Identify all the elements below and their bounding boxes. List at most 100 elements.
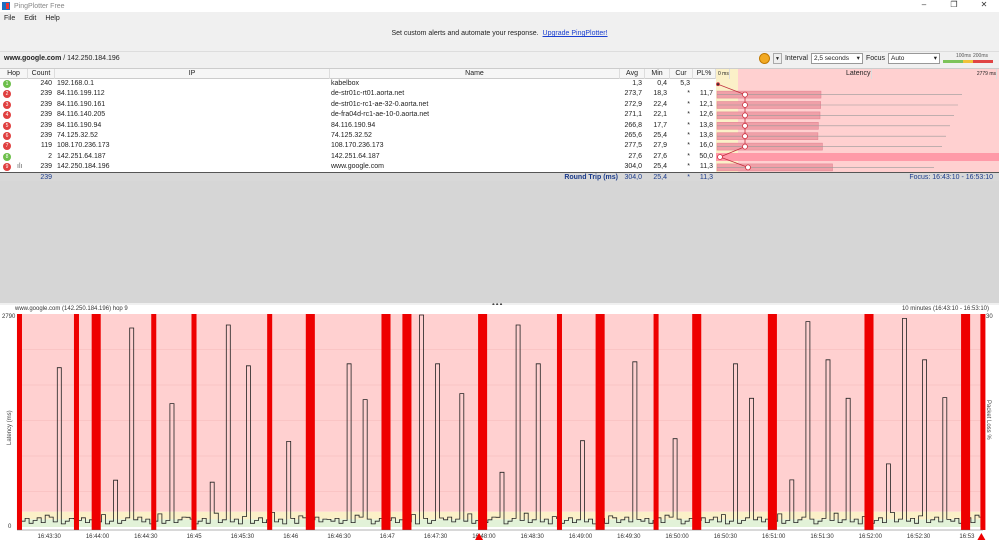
- hop-ip: 84.116.190.161: [57, 100, 106, 108]
- x-tick-label: 16:50:00: [665, 534, 689, 540]
- hop-name: de-str01c-rt01.aorta.net: [331, 90, 405, 98]
- packet-loss-bar[interactable]: [16, 314, 22, 530]
- pause-dropdown-button[interactable]: ▼: [772, 52, 782, 64]
- hop-status-icon: 6: [3, 131, 11, 140]
- hop-avg: 266,8: [624, 121, 642, 129]
- trace-table: Hop Count IP Name Avg Min Cur PL% 0 ms L…: [0, 68, 999, 181]
- hop-min: 17,7: [653, 121, 667, 129]
- target-ip: / 142.250.184.196: [61, 55, 120, 62]
- x-tick-label: 16:46:30: [327, 534, 351, 540]
- interval-select[interactable]: 2,5 seconds ▾: [810, 52, 863, 64]
- latency-max-label: 2779 ms: [976, 69, 997, 79]
- packet-loss-bar[interactable]: [692, 314, 702, 530]
- packet-loss-bar[interactable]: [478, 314, 488, 530]
- hop-cur: *: [687, 90, 690, 98]
- menu-edit[interactable]: Edit: [24, 15, 36, 22]
- window-title: PingPlotter Free: [14, 2, 65, 10]
- hop-count: 239: [40, 131, 52, 139]
- packet-loss-bar[interactable]: [595, 314, 605, 530]
- x-tick-label: 16:46: [283, 534, 299, 540]
- col-avg[interactable]: Avg: [620, 69, 645, 79]
- hop-ip: 84.116.190.94: [57, 121, 102, 129]
- graph-hop-icon[interactable]: ılı: [17, 162, 22, 172]
- hop-pl: 50,0: [699, 152, 713, 160]
- latency-timeline-chart[interactable]: 16:43:30 16:44:00 16:44:30 16:45 16:45:30 16:…: [0, 305, 999, 542]
- latency-title: Latency: [846, 69, 872, 79]
- x-tick-label: 16:45: [187, 534, 203, 540]
- hop-cur: *: [687, 111, 690, 119]
- hop-count: 239: [40, 111, 52, 119]
- packet-loss-bar[interactable]: [961, 314, 971, 530]
- packet-loss-bar[interactable]: [864, 314, 874, 530]
- packet-loss-bar[interactable]: [767, 314, 777, 530]
- hop-name: de-fra04d-rc1-ae-10-0.aorta.net: [331, 111, 430, 119]
- hop-status-icon: 8: [3, 152, 11, 161]
- alert-marker-icon[interactable]: [977, 533, 986, 540]
- x-tick-label: 16:52:00: [859, 534, 883, 540]
- packet-loss-bar[interactable]: [191, 314, 197, 530]
- packet-loss-bar[interactable]: [151, 314, 157, 530]
- hop-status-icon: 4: [3, 111, 11, 120]
- packet-loss-bar[interactable]: [381, 314, 391, 530]
- focus-select[interactable]: Auto ▾: [888, 52, 940, 64]
- hop-count: 240: [40, 80, 52, 87]
- col-latency[interactable]: 0 ms Latency 2779 ms: [716, 69, 999, 79]
- x-tick-label: 16:51:30: [810, 534, 834, 540]
- scale-low-label: 100ms: [956, 52, 972, 59]
- hop-avg: 304,0: [624, 163, 642, 171]
- target-host: www.google.com: [4, 55, 62, 62]
- col-pl[interactable]: PL%: [693, 69, 716, 79]
- packet-loss-bar[interactable]: [267, 314, 273, 530]
- hop-ip: 142.250.184.196: [57, 163, 110, 171]
- col-min[interactable]: Min: [645, 69, 670, 79]
- y2-max-label: 30: [986, 314, 993, 320]
- hop-pl: 13,8: [699, 131, 713, 139]
- packet-loss-bar[interactable]: [73, 314, 79, 530]
- hop-status-icon: 1: [3, 80, 11, 88]
- pause-button[interactable]: [758, 52, 770, 64]
- summary-row: 239 Round Trip (ms) 304,0 25,4 * 11,3 Fo…: [0, 172, 999, 181]
- minimize-button[interactable]: –: [909, 0, 939, 9]
- hop-count: 239: [40, 121, 52, 129]
- menu-help[interactable]: Help: [45, 15, 59, 22]
- hop-count: 239: [40, 163, 52, 171]
- close-button[interactable]: ✕: [969, 0, 999, 9]
- hop-name: de-str01c-rc1-ae-32-0.aorta.net: [331, 100, 429, 108]
- hop-min: 25,4: [653, 163, 667, 171]
- packet-loss-bar[interactable]: [980, 314, 986, 530]
- packet-loss-bar[interactable]: [653, 314, 659, 530]
- hop-min: 22,4: [653, 100, 667, 108]
- hop-latency-marker: [742, 133, 748, 140]
- hop-avg: 1,3: [632, 80, 642, 87]
- focus-label: Focus: [865, 54, 885, 62]
- hop-status-icon: 2: [3, 90, 11, 99]
- col-cur[interactable]: Cur: [670, 69, 693, 79]
- col-hop[interactable]: Hop: [0, 69, 28, 79]
- packet-loss-bar[interactable]: [305, 314, 315, 530]
- hop-name: 74.125.32.52: [331, 131, 372, 139]
- hop-latency-marker: [742, 102, 748, 108]
- hop-latency-marker: [742, 112, 748, 119]
- hop-latency-marker: [742, 143, 748, 150]
- packet-loss-bar[interactable]: [402, 314, 412, 530]
- hop-name: www.google.com: [331, 163, 384, 171]
- hop-count: 2: [48, 152, 52, 160]
- packet-loss-bar[interactable]: [91, 314, 101, 530]
- menu-file[interactable]: File: [4, 15, 15, 22]
- col-name[interactable]: Name: [330, 69, 620, 79]
- x-tick-label: 16:43:30: [38, 534, 62, 540]
- interval-label: Interval: [784, 54, 808, 62]
- hop-name: 84.116.190.94: [331, 121, 376, 129]
- hop-cur: 5,3: [680, 80, 690, 87]
- packet-loss-bar[interactable]: [556, 314, 562, 530]
- upgrade-link[interactable]: Upgrade PingPlotter!: [543, 30, 608, 37]
- hop-name: 108.170.236.173: [331, 142, 384, 150]
- col-count[interactable]: Count: [28, 69, 55, 79]
- maximize-button[interactable]: ❐: [939, 0, 969, 9]
- hop-min: 0,4: [657, 80, 667, 87]
- col-ip[interactable]: IP: [55, 69, 330, 79]
- x-tick-label: 16:49:30: [617, 534, 641, 540]
- hop-name: 142.251.64.187: [331, 152, 380, 160]
- hop-ip: 192.168.0.1: [57, 80, 94, 87]
- hop-pl: 16,0: [699, 142, 713, 150]
